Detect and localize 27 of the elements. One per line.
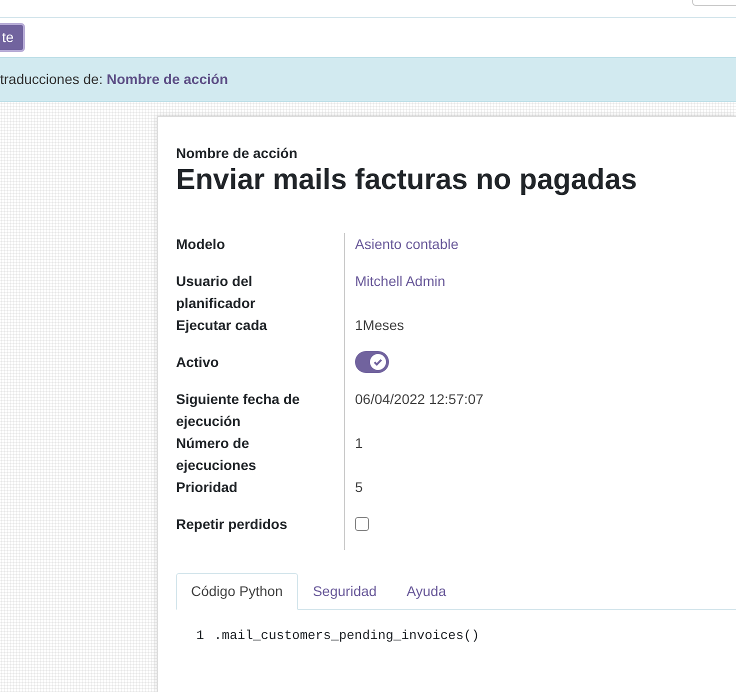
field-link[interactable]: Mitchell Admin <box>355 270 446 292</box>
field-label: Usuario del planificador <box>176 272 256 313</box>
tab[interactable]: Código Python <box>176 573 298 610</box>
field-value: 1Meses <box>355 316 404 335</box>
checkbox[interactable] <box>355 517 369 531</box>
field-value: 06/04/2022 12:57:07 <box>355 390 484 409</box>
alert-text: traducciones de: Nombre de acción <box>0 70 228 89</box>
title-label: Nombre de acción <box>176 145 298 161</box>
field-label: Modelo <box>176 235 226 254</box>
save-button[interactable]: te <box>0 23 25 52</box>
check-icon <box>370 354 386 370</box>
record-title: Enviar mails facturas no pagadas <box>176 163 638 197</box>
field-value: 1 <box>355 434 363 453</box>
alert-link[interactable]: Nombre de acción <box>106 71 228 87</box>
tab[interactable]: Seguridad <box>298 573 392 610</box>
code-line: .mail_customers_pending_invoices() <box>214 627 480 645</box>
field-link[interactable]: Asiento contable <box>355 233 459 255</box>
field-label: Siguiente fecha de ejecución <box>176 390 301 431</box>
field-value: 5 <box>355 478 363 497</box>
tab[interactable]: Ayuda <box>392 573 462 610</box>
field-label: Prioridad <box>176 478 238 497</box>
field-label: Repetir perdidos <box>176 515 288 534</box>
toggle-switch[interactable] <box>355 351 389 373</box>
line-number: 1 <box>195 627 204 645</box>
field-label: Número de ejecuciones <box>176 434 258 475</box>
field-label: Activo <box>176 353 220 372</box>
field-label: Ejecutar cada <box>176 316 268 335</box>
